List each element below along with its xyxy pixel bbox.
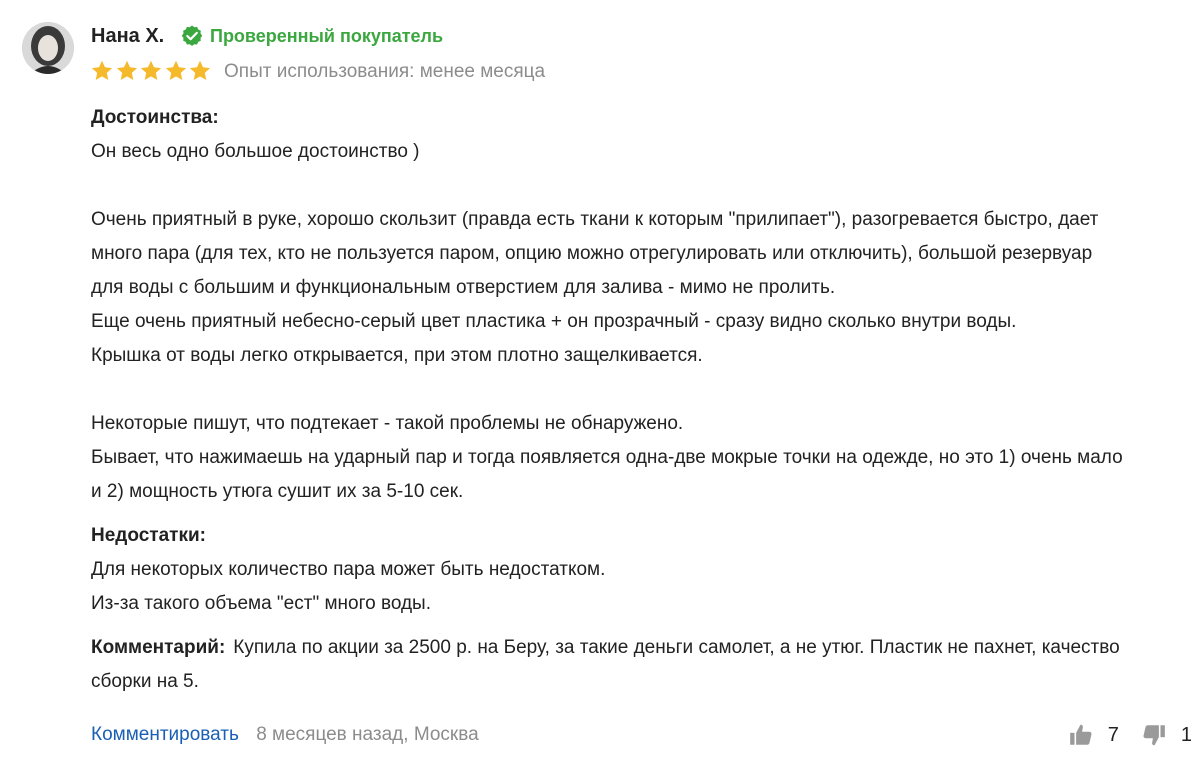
star-icon	[165, 60, 186, 80]
pros-line: Очень приятный в руке, хорошо скользит (…	[91, 209, 1099, 230]
pros-line: много пара (для тех, кто не пользуется п…	[91, 243, 1093, 264]
check-circle-icon	[181, 25, 203, 46]
cons-line: Из-за такого объема "ест" много воды.	[91, 593, 431, 614]
pros-line: Некоторые пишут, что подтекает - такой п…	[91, 413, 684, 434]
dislike-button[interactable]: 1	[1141, 722, 1192, 748]
verified-label: Проверенный покупатель	[210, 26, 444, 46]
verified-badge: Проверенный покупатель	[180, 24, 443, 48]
cons-title: Недостатки:	[91, 525, 206, 546]
avatar-image	[22, 22, 74, 74]
pros-line: Крышка от воды легко открывается, при эт…	[91, 345, 703, 366]
dislike-count: 1	[1180, 723, 1192, 746]
pros-line: Он весь одно большое достоинство )	[91, 141, 420, 162]
like-count: 7	[1107, 723, 1119, 746]
star-icon	[189, 60, 211, 80]
cons-line: Для некоторых количество пара может быть…	[91, 559, 606, 580]
comment-text-continued: сборки на 5.	[91, 671, 199, 692]
thumbs-down-icon	[1143, 725, 1165, 746]
review-date-location: 8 месяцев назад, Москва	[256, 724, 479, 745]
star-icon	[91, 60, 113, 80]
comment-label: Комментарий:	[91, 637, 226, 658]
pros-line: для воды с большим и функциональным отве…	[91, 277, 836, 298]
avatar[interactable]	[22, 22, 74, 74]
author-name[interactable]: Нана Х.	[91, 24, 164, 48]
usage-duration: Опыт использования: менее месяца	[224, 61, 546, 82]
review-votes: 7 1	[1068, 722, 1192, 748]
pros-line-break	[91, 169, 1181, 203]
thumbs-up-icon	[1069, 724, 1092, 745]
pros-line: Бывает, что нажимаешь на ударный пар и т…	[91, 447, 1123, 468]
like-button[interactable]: 7	[1068, 722, 1119, 748]
comment-text: Купила по акции за 2500 р. на Беру, за т…	[233, 637, 1120, 658]
comment-button[interactable]: Комментировать	[91, 724, 239, 745]
star-icon	[140, 60, 162, 80]
pros-line: и 2) мощность утюга сушит их за 5-10 сек…	[91, 481, 464, 502]
comment-block: Комментарий: Купила по акции за 2500 р. н…	[91, 631, 1181, 665]
pros-title: Достоинства:	[91, 107, 219, 128]
star-icon	[116, 60, 137, 80]
review-footer: Комментировать 8 месяцев назад, Москва	[91, 721, 1181, 749]
pros-line-break	[91, 373, 1181, 407]
pros-line: Еще очень приятный небесно-серый цвет пл…	[91, 311, 1017, 332]
review-body: Достоинства: Он весь одно большое достои…	[91, 101, 1181, 699]
rating-stars	[90, 59, 213, 83]
